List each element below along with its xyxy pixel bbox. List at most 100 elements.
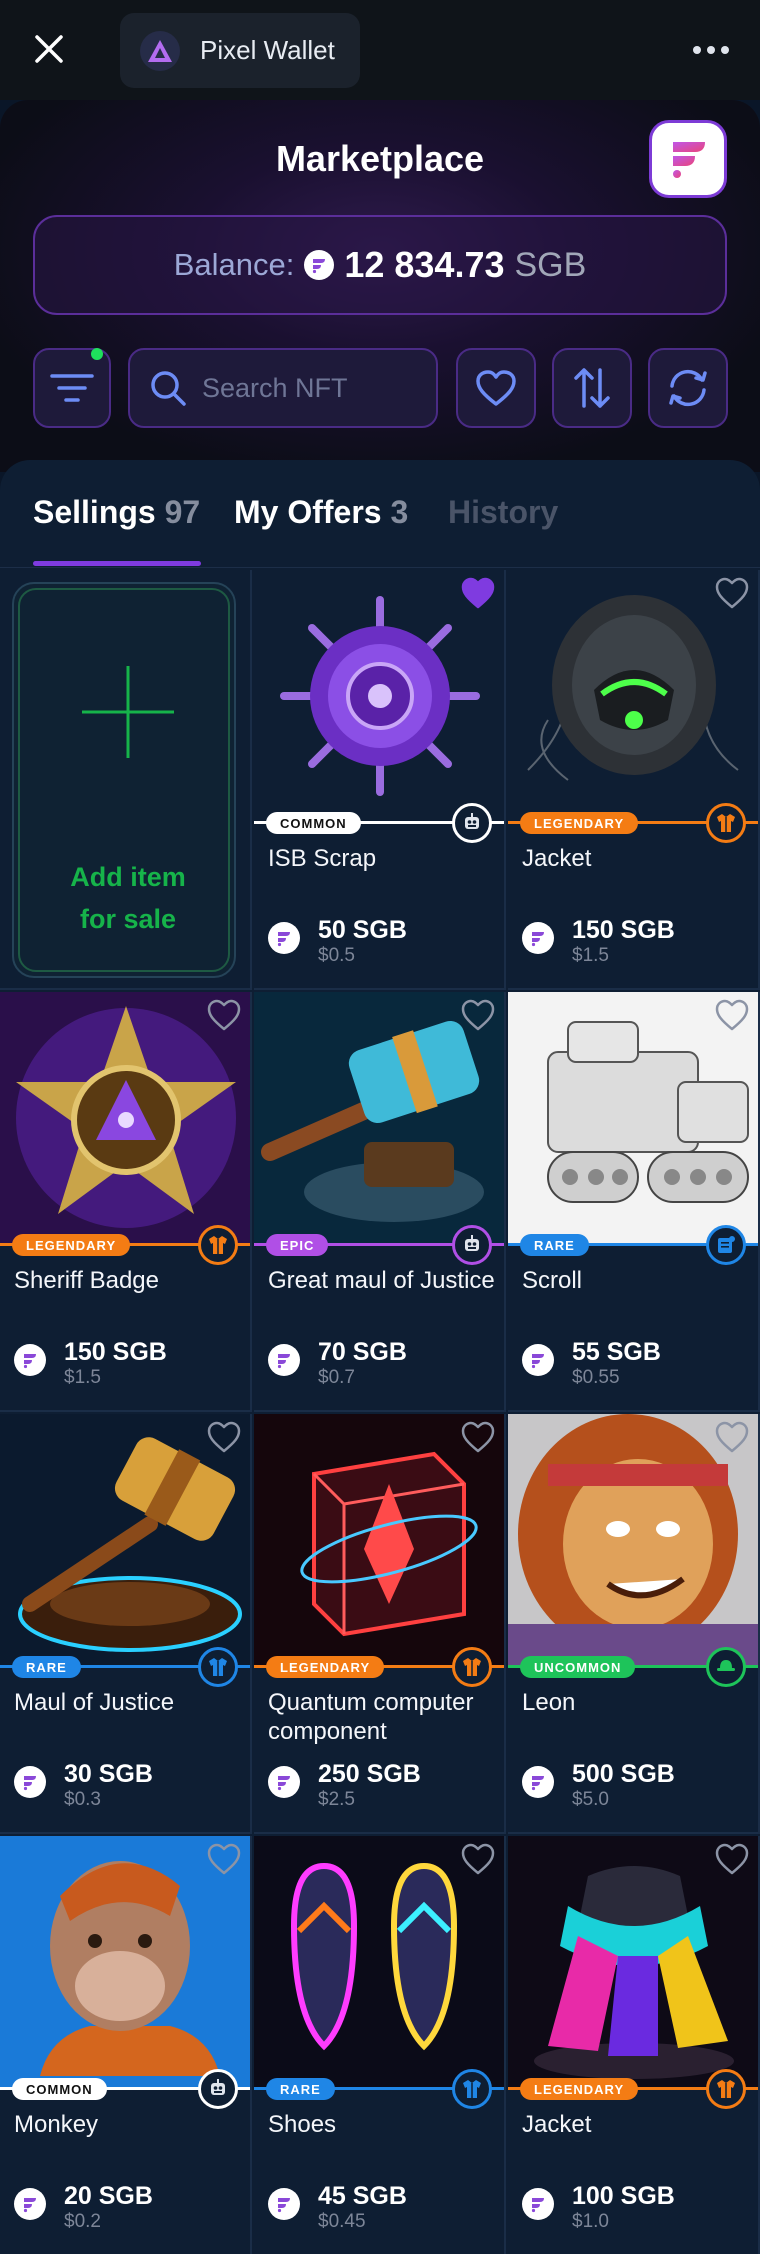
heart-outline-icon[interactable]: [206, 998, 242, 1032]
nft-price-usd: $0.5: [318, 945, 355, 966]
nft-price-usd: $2.5: [318, 1789, 355, 1810]
scroll-icon: [706, 1225, 746, 1265]
nft-name: Scroll: [522, 1267, 583, 1294]
top-bar: Pixel Wallet: [0, 0, 760, 100]
flare-logo-icon: [673, 142, 705, 178]
nft-price: 55 SGB: [572, 1338, 661, 1366]
brand-logo-button[interactable]: [649, 120, 727, 198]
wallet-switcher[interactable]: Pixel Wallet: [120, 13, 360, 88]
search-icon: [151, 371, 186, 406]
sort-arrows-icon: [574, 368, 610, 408]
nft-card[interactable]: LEGENDARY Sheriff Badge 150 SGB $1.5: [0, 992, 252, 1412]
nft-price: 70 SGB: [318, 1338, 407, 1366]
more-dot-icon: [693, 46, 701, 54]
balance-unit: SGB: [514, 245, 587, 284]
search-field[interactable]: [128, 348, 438, 428]
tab-my-offers[interactable]: My Offers 3: [234, 494, 408, 531]
nft-name: Monkey: [14, 2111, 99, 2138]
heart-outline-icon[interactable]: [460, 1842, 496, 1876]
nft-price: 150 SGB: [572, 916, 675, 944]
sgb-coin-icon: [14, 2188, 46, 2220]
jacket-icon: [706, 2069, 746, 2109]
nft-price: 250 SGB: [318, 1760, 421, 1788]
tab-bar: Sellings 97 My Offers 3 History: [0, 460, 760, 568]
nft-name: Quantum computer component: [268, 1689, 474, 1745]
robot-icon: [198, 2069, 238, 2109]
nft-card[interactable]: EPIC Great maul of Justice 70 SGB $0.7: [254, 992, 506, 1412]
rarity-badge: RARE: [266, 2078, 335, 2100]
rarity-badge: EPIC: [266, 1234, 329, 1256]
sgb-coin-icon: [14, 1344, 46, 1376]
filter-button[interactable]: [33, 348, 111, 428]
nft-price-usd: $1.0: [572, 2211, 609, 2232]
listing-sheet: Sellings 97 My Offers 3 History Add item…: [0, 460, 760, 2254]
heart-outline-icon[interactable]: [714, 1842, 750, 1876]
sgb-coin-icon: [14, 1766, 46, 1798]
hat-icon: [706, 1647, 746, 1687]
add-item-frame: Add item for sale: [18, 588, 230, 972]
heart-outline-icon[interactable]: [460, 1420, 496, 1454]
nft-name: Jacket: [522, 2111, 592, 2138]
jacket-icon: [452, 2069, 492, 2109]
close-icon: [35, 35, 63, 63]
sgb-coin-icon: [268, 922, 300, 954]
favorites-button[interactable]: [456, 348, 536, 428]
nft-card[interactable]: LEGENDARY Quantum computer component 250…: [254, 1414, 506, 1834]
tab-label: Sellings: [33, 494, 156, 530]
sgb-coin-icon: [522, 1344, 554, 1376]
refresh-button[interactable]: [648, 348, 728, 428]
filter-active-dot: [91, 348, 103, 360]
balance-panel: Balance: 12 834.73 SGB: [33, 215, 727, 315]
rarity-badge: LEGENDARY: [520, 812, 639, 834]
nft-card[interactable]: LEGENDARY Jacket 100 SGB $1.0: [508, 1836, 760, 2254]
jacket-icon: [198, 1225, 238, 1265]
tab-label: History: [448, 494, 559, 530]
balance-label: Balance:: [173, 247, 295, 282]
more-dot-icon: [707, 46, 715, 54]
search-input[interactable]: [202, 372, 392, 404]
nft-card[interactable]: LEGENDARY Jacket 150 SGB $1.5: [508, 570, 760, 990]
heart-outline-icon[interactable]: [460, 998, 496, 1032]
tab-history[interactable]: History: [448, 494, 558, 531]
nft-price: 150 SGB: [64, 1338, 167, 1366]
jacket-icon: [452, 1647, 492, 1687]
sgb-coin-icon: [268, 1766, 300, 1798]
nft-card[interactable]: UNCOMMON Leon 500 SGB $5.0: [508, 1414, 760, 1834]
sgb-coin-icon: [522, 1766, 554, 1798]
add-item-button[interactable]: Add item for sale: [12, 582, 236, 978]
heart-outline-icon[interactable]: [714, 576, 750, 610]
jacket-icon: [706, 803, 746, 843]
more-options-button[interactable]: [686, 30, 736, 70]
nft-price: 30 SGB: [64, 1760, 153, 1788]
sgb-coin-icon: [522, 2188, 554, 2220]
sort-button[interactable]: [552, 348, 632, 428]
tab-sellings[interactable]: Sellings 97: [33, 494, 200, 531]
nft-price-usd: $0.3: [64, 1789, 101, 1810]
nft-card[interactable]: COMMON ISB Scrap 50 SGB $0.5: [254, 570, 506, 990]
add-item-cell: Add item for sale: [0, 570, 252, 990]
nft-name: Shoes: [268, 2111, 337, 2138]
refresh-icon: [669, 369, 707, 407]
heart-filled-icon[interactable]: [460, 576, 496, 610]
heart-outline-icon[interactable]: [714, 998, 750, 1032]
nft-card[interactable]: RARE Shoes 45 SGB $0.45: [254, 1836, 506, 2254]
nft-card[interactable]: RARE Maul of Justice 30 SGB $0.3: [0, 1414, 252, 1834]
rarity-badge: UNCOMMON: [520, 1656, 636, 1678]
filter-icon: [50, 374, 94, 402]
heart-outline-icon[interactable]: [206, 1420, 242, 1454]
nft-card[interactable]: RARE Scroll 55 SGB $0.55: [508, 992, 760, 1412]
tab-label: My Offers: [234, 494, 382, 530]
wallet-name: Pixel Wallet: [200, 35, 335, 65]
nft-card[interactable]: COMMON Monkey 20 SGB $0.2: [0, 1836, 252, 2254]
nft-name: Sheriff Badge: [14, 1267, 159, 1294]
rarity-badge: RARE: [520, 1234, 589, 1256]
nft-price-usd: $0.45: [318, 2211, 366, 2232]
rarity-badge: LEGENDARY: [520, 2078, 639, 2100]
robot-icon: [452, 803, 492, 843]
rarity-badge: RARE: [12, 1656, 81, 1678]
toolbar: [0, 348, 760, 428]
nft-price-usd: $1.5: [572, 945, 609, 966]
close-button[interactable]: [26, 26, 72, 72]
heart-outline-icon[interactable]: [206, 1842, 242, 1876]
heart-outline-icon[interactable]: [714, 1420, 750, 1454]
